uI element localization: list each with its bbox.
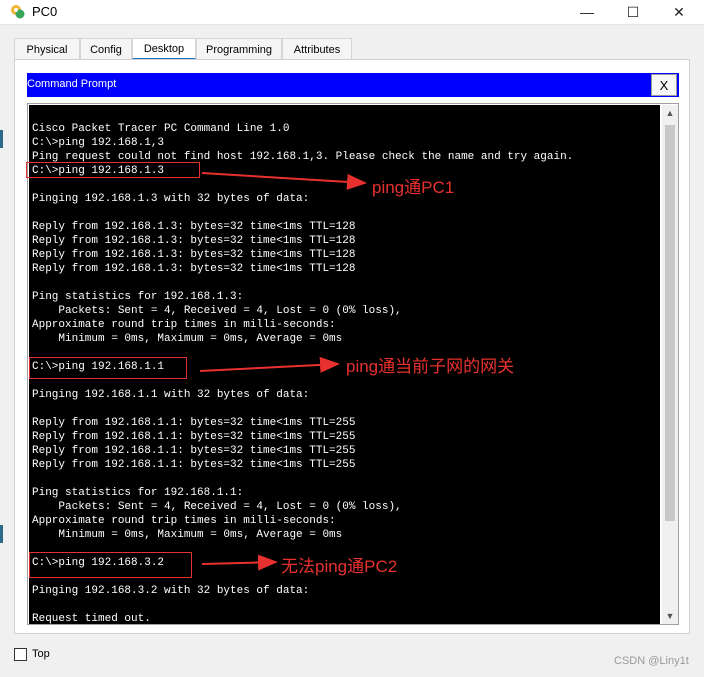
top-checkbox-label: Top xyxy=(32,648,50,660)
annotation-cannot-ping-pc2: 无法ping通PC2 xyxy=(281,557,398,576)
annotation-arrow xyxy=(201,554,278,571)
watermark: CSDN @Liny1t xyxy=(614,655,689,667)
annotation-ping-gateway: ping通当前子网的网关 xyxy=(346,357,515,376)
annotation-arrow xyxy=(199,356,340,373)
annotation-arrow xyxy=(201,172,367,190)
annotation-ping-pc1: ping通PC1 xyxy=(372,178,455,197)
top-checkbox[interactable] xyxy=(14,648,27,661)
